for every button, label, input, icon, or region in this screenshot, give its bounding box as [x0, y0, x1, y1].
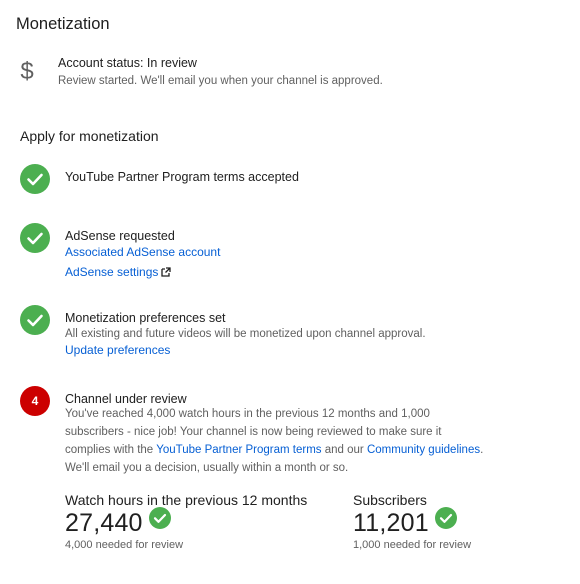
check-icon — [20, 164, 50, 194]
description-line: subscribers - nice job! Your channel is … — [65, 426, 442, 438]
check-icon — [20, 223, 50, 253]
watch-hours-requirement: 4,000 needed for review — [65, 539, 184, 551]
description-text: complies with the — [65, 444, 157, 456]
adsense-settings-link-wrap[interactable]: AdSense settings — [65, 263, 172, 282]
subscribers-requirement: 1,000 needed for review — [353, 539, 472, 551]
adsense-settings-link[interactable]: AdSense settings — [65, 265, 158, 279]
description-line: complies with the YouTube Partner Progra… — [65, 441, 535, 459]
step-description: You've reached 4,000 watch hours in the … — [65, 405, 535, 477]
partner-program-terms-link[interactable]: YouTube Partner Program terms — [156, 444, 321, 456]
account-status: Account status: In review — [58, 56, 197, 70]
associated-adsense-account-link[interactable]: Associated AdSense account — [65, 245, 220, 259]
step-title: Channel under review — [65, 392, 187, 406]
step-title: Monetization preferences set — [65, 311, 226, 325]
description-line: We'll email you a decision, usually with… — [65, 462, 349, 474]
subscribers-value-row: 11,201 — [353, 507, 457, 538]
description-line: You've reached 4,000 watch hours in the … — [65, 408, 430, 420]
update-preferences-link[interactable]: Update preferences — [65, 343, 170, 357]
check-icon — [434, 507, 457, 529]
description-text: and our — [321, 444, 367, 456]
check-icon — [148, 507, 171, 529]
account-status-subtitle: Review started. We'll email you when you… — [58, 75, 383, 87]
svg-text:$: $ — [20, 58, 33, 85]
external-link-icon — [161, 264, 172, 282]
step-number-badge: 4 — [20, 386, 50, 416]
apply-section-title: Apply for monetization — [20, 128, 159, 144]
step-title: YouTube Partner Program terms accepted — [65, 170, 299, 184]
step-description: All existing and future videos will be m… — [65, 328, 426, 340]
page-title: Monetization — [16, 15, 110, 33]
check-icon — [20, 305, 50, 335]
community-guidelines-link[interactable]: Community guidelines — [367, 444, 480, 456]
description-text: . — [480, 444, 484, 456]
watch-hours-value: 27,440 — [65, 509, 143, 537]
watch-hours-value-row: 27,440 — [65, 507, 171, 538]
watch-hours-label: Watch hours in the previous 12 months — [65, 492, 308, 508]
subscribers-label: Subscribers — [353, 492, 427, 508]
step-title: AdSense requested — [65, 229, 175, 243]
dollar-icon: $ — [17, 57, 37, 85]
subscribers-value: 11,201 — [353, 509, 429, 537]
